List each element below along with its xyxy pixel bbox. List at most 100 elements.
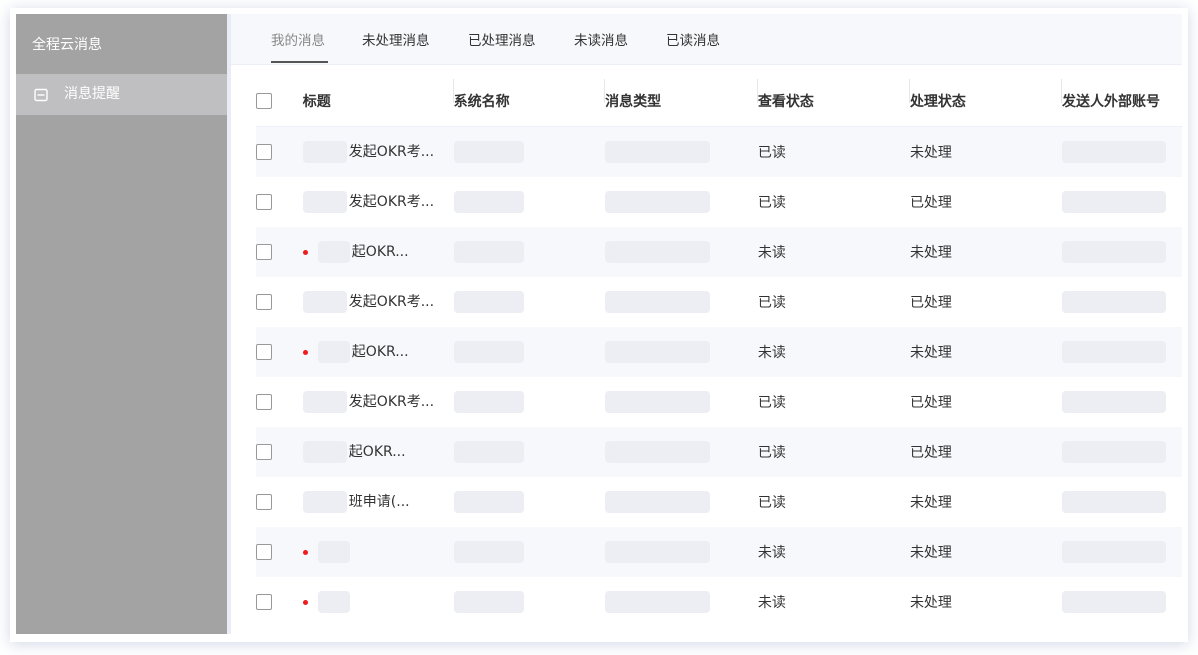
redacted-sender-account (1062, 391, 1167, 413)
row-checkbox[interactable] (256, 344, 272, 360)
sidebar-item-label: 消息提醒 (64, 86, 120, 102)
redacted-system-name (453, 341, 524, 363)
view-status: 已读 (757, 195, 786, 211)
table-row[interactable]: 起OKR... 已读 已处理 (256, 427, 1182, 477)
unread-dot (302, 349, 308, 355)
redacted-block (317, 541, 350, 563)
redacted-block (302, 441, 347, 463)
message-box-icon (34, 88, 48, 101)
redacted-block (302, 291, 347, 313)
redacted-message-type (605, 441, 711, 463)
process-status: 未处理 (909, 595, 952, 611)
process-status: 已处理 (909, 295, 952, 311)
message-title[interactable]: 起OKR... (352, 244, 409, 260)
view-status: 未读 (757, 545, 786, 561)
sidebar-item-message-reminder[interactable]: 消息提醒 (16, 74, 227, 115)
message-title[interactable]: 发起OKR考... (349, 144, 434, 160)
row-checkbox[interactable] (256, 594, 272, 610)
redacted-message-type (605, 541, 711, 563)
process-status: 已处理 (909, 195, 952, 211)
row-checkbox[interactable] (256, 144, 272, 160)
redacted-system-name (453, 191, 524, 213)
row-checkbox[interactable] (256, 294, 272, 310)
row-checkbox[interactable] (256, 244, 272, 260)
redacted-message-type (605, 391, 711, 413)
redacted-message-type (605, 241, 711, 263)
process-status: 未处理 (909, 345, 952, 361)
table-row[interactable]: 起OKR... 未读 未处理 (256, 327, 1182, 377)
redacted-message-type (605, 341, 711, 363)
view-status: 已读 (757, 145, 786, 161)
row-checkbox[interactable] (256, 544, 272, 560)
redacted-system-name (453, 491, 524, 513)
tab-my-messages[interactable]: 我的消息 (271, 29, 325, 49)
redacted-block (302, 141, 347, 163)
table-row[interactable]: 发起OKR考... 已读 未处理 (256, 126, 1182, 177)
message-title[interactable]: 发起OKR考... (349, 394, 434, 410)
table-header-row: 标题 系统名称 消息类型 查看状态 处理状态 发送人外部账号 (256, 76, 1182, 127)
column-header-system: 系统名称 (453, 94, 510, 110)
redacted-block (317, 341, 350, 363)
redacted-message-type (605, 591, 711, 613)
process-status: 未处理 (909, 495, 952, 511)
redacted-system-name (453, 291, 524, 313)
view-status: 已读 (757, 295, 786, 311)
column-header-view-status: 查看状态 (757, 94, 814, 110)
message-table: 标题 系统名称 消息类型 查看状态 处理状态 发送人外部账号 发起OKR考...… (256, 76, 1182, 627)
table-row[interactable]: 未读 未处理 (256, 577, 1182, 627)
unread-dot (302, 249, 308, 255)
app-window: 全程云消息 消息提醒 我的消息 未处理消息 已处理消息 未读消息 已读消息 标题… (16, 14, 1182, 634)
row-checkbox[interactable] (256, 394, 272, 410)
unread-dot (302, 549, 308, 555)
table-row[interactable]: 班申请(... 已读 未处理 (256, 477, 1182, 527)
unread-dot (302, 599, 308, 605)
message-title[interactable]: 班申请(... (349, 494, 410, 510)
select-all-checkbox[interactable] (256, 93, 272, 109)
column-header-sender-account: 发送人外部账号 (1062, 94, 1161, 110)
redacted-system-name (453, 541, 524, 563)
message-title[interactable]: 发起OKR考... (349, 294, 434, 310)
redacted-block (302, 491, 347, 513)
column-header-process-status: 处理状态 (909, 94, 966, 110)
table-row[interactable]: 发起OKR考... 已读 已处理 (256, 377, 1182, 427)
tab-bar: 我的消息 未处理消息 已处理消息 未读消息 已读消息 (231, 14, 1182, 65)
table-row[interactable]: 未读 未处理 (256, 527, 1182, 577)
tab-unprocessed[interactable]: 未处理消息 (362, 29, 430, 49)
tab-read[interactable]: 已读消息 (666, 29, 720, 49)
redacted-sender-account (1062, 291, 1167, 313)
tab-processed[interactable]: 已处理消息 (468, 29, 536, 49)
process-status: 已处理 (909, 445, 952, 461)
view-status: 未读 (757, 595, 786, 611)
column-header-title: 标题 (302, 94, 331, 110)
process-status: 已处理 (909, 395, 952, 411)
sidebar: 全程云消息 消息提醒 (16, 14, 227, 634)
table-row[interactable]: 起OKR... 未读 未处理 (256, 227, 1182, 277)
redacted-sender-account (1062, 191, 1167, 213)
message-title[interactable]: 发起OKR考... (349, 194, 434, 210)
message-title[interactable]: 起OKR... (352, 344, 409, 360)
redacted-system-name (453, 441, 524, 463)
view-status: 已读 (757, 445, 786, 461)
redacted-sender-account (1062, 491, 1167, 513)
redacted-system-name (453, 591, 524, 613)
redacted-block (302, 191, 347, 213)
table-row[interactable]: 发起OKR考... 已读 已处理 (256, 277, 1182, 327)
redacted-sender-account (1062, 541, 1167, 563)
message-title[interactable]: 起OKR... (349, 444, 406, 460)
redacted-system-name (453, 391, 524, 413)
tab-unread[interactable]: 未读消息 (574, 29, 628, 49)
redacted-message-type (605, 291, 711, 313)
row-checkbox[interactable] (256, 444, 272, 460)
view-status: 已读 (757, 395, 786, 411)
table-row[interactable]: 发起OKR考... 已读 已处理 (256, 177, 1182, 227)
main-panel: 我的消息 未处理消息 已处理消息 未读消息 已读消息 标题 系统名称 消息类型 … (231, 14, 1182, 634)
redacted-sender-account (1062, 441, 1167, 463)
row-checkbox[interactable] (256, 194, 272, 210)
redacted-message-type (605, 141, 711, 163)
row-checkbox[interactable] (256, 494, 272, 510)
redacted-system-name (453, 241, 524, 263)
view-status: 未读 (757, 245, 786, 261)
process-status: 未处理 (909, 145, 952, 161)
redacted-sender-account (1062, 591, 1167, 613)
redacted-message-type (605, 191, 711, 213)
